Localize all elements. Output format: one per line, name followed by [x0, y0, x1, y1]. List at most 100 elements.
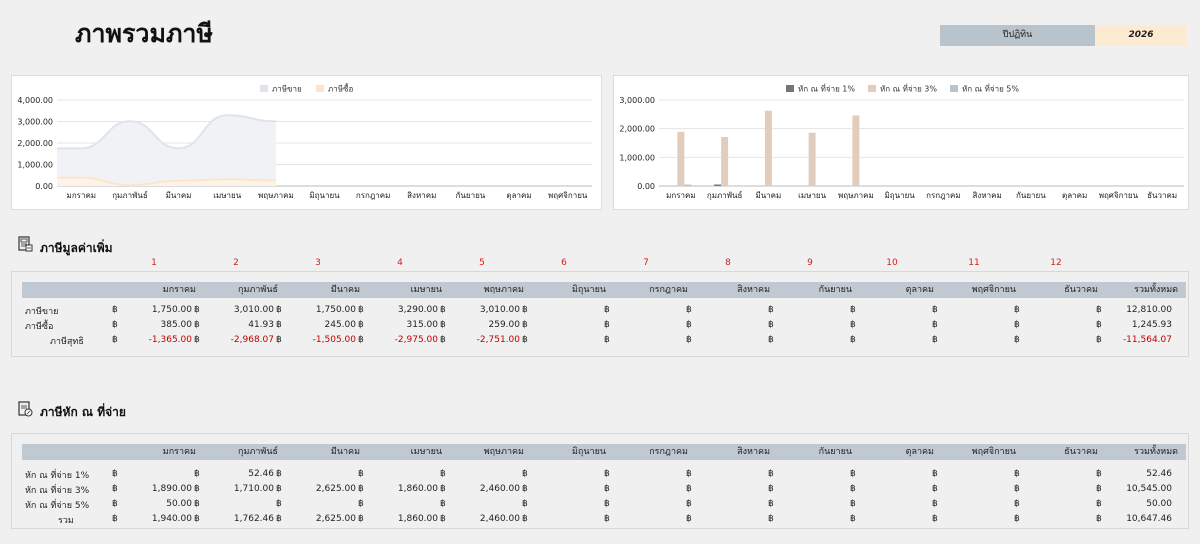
- value-cell[interactable]: ฿: [768, 303, 850, 317]
- value-cell[interactable]: ฿ 41.93: [194, 318, 276, 332]
- value-cell[interactable]: ฿: [686, 482, 768, 496]
- value-cell[interactable]: ฿ 2,460.00: [440, 512, 522, 526]
- value-cell[interactable]: ฿ 2,625.00: [276, 512, 358, 526]
- value-cell[interactable]: ฿: [686, 512, 768, 526]
- value-cell[interactable]: ฿: [522, 318, 604, 332]
- value-cell[interactable]: ฿ 245.00: [276, 318, 358, 332]
- value-cell[interactable]: ฿: [1014, 303, 1096, 317]
- total-cell[interactable]: ฿ 10,545.00: [1096, 482, 1174, 496]
- total-cell[interactable]: ฿ 50.00: [1096, 497, 1174, 511]
- value-cell[interactable]: ฿ 1,860.00: [358, 512, 440, 526]
- value-cell[interactable]: ฿: [932, 482, 1014, 496]
- value-cell[interactable]: ฿: [522, 467, 604, 481]
- total-cell[interactable]: ฿ 1,245.93: [1096, 318, 1174, 332]
- value-cell[interactable]: ฿ 1,890.00: [112, 482, 194, 496]
- value-cell[interactable]: ฿: [850, 497, 932, 511]
- value-cell[interactable]: ฿: [850, 467, 932, 481]
- value-cell[interactable]: ฿: [604, 482, 686, 496]
- value-cell[interactable]: ฿: [604, 512, 686, 526]
- value-cell[interactable]: ฿: [686, 333, 768, 347]
- value-cell[interactable]: ฿: [686, 497, 768, 511]
- value-cell[interactable]: ฿: [932, 303, 1014, 317]
- value-cell[interactable]: ฿: [768, 482, 850, 496]
- value-cell[interactable]: ฿: [932, 467, 1014, 481]
- value-cell[interactable]: ฿: [686, 303, 768, 317]
- total-cell[interactable]: ฿ -11,564.07: [1096, 333, 1174, 347]
- value-cell[interactable]: ฿: [522, 333, 604, 347]
- value-cell[interactable]: ฿ -2,975.00: [358, 333, 440, 347]
- value-cell[interactable]: ฿: [768, 333, 850, 347]
- value-cell[interactable]: ฿: [1014, 482, 1096, 496]
- value-cell[interactable]: ฿ 259.00: [440, 318, 522, 332]
- value-cell[interactable]: ฿: [440, 497, 522, 511]
- value-cell[interactable]: ฿: [686, 467, 768, 481]
- value-cell[interactable]: ฿: [522, 512, 604, 526]
- value-cell[interactable]: ฿: [1014, 318, 1096, 332]
- value-cell[interactable]: ฿: [358, 467, 440, 481]
- value-cell[interactable]: ฿ 1,860.00: [358, 482, 440, 496]
- baht-symbol: ฿: [604, 335, 610, 345]
- value-cell[interactable]: ฿ 385.00: [112, 318, 194, 332]
- value-cell[interactable]: ฿: [850, 303, 932, 317]
- value-cell[interactable]: ฿ 2,460.00: [440, 482, 522, 496]
- value-cell[interactable]: ฿: [276, 497, 358, 511]
- value-cell[interactable]: ฿ 3,010.00: [440, 303, 522, 317]
- value-cell[interactable]: ฿ -1,365.00: [112, 333, 194, 347]
- value-cell[interactable]: ฿: [440, 467, 522, 481]
- month-number: 7: [643, 258, 649, 268]
- value-cell[interactable]: ฿: [686, 318, 768, 332]
- value-cell[interactable]: ฿: [1014, 512, 1096, 526]
- value-cell[interactable]: ฿: [522, 303, 604, 317]
- value-cell[interactable]: ฿: [604, 303, 686, 317]
- value-cell[interactable]: ฿: [850, 333, 932, 347]
- value-cell[interactable]: ฿: [1014, 333, 1096, 347]
- value-cell[interactable]: ฿: [276, 467, 358, 481]
- total-cell[interactable]: ฿ 10,647.46: [1096, 512, 1174, 526]
- fiscal-year-value[interactable]: 2026: [1095, 25, 1187, 46]
- y-tick-label: 0.00: [35, 182, 53, 191]
- value-cell[interactable]: ฿: [932, 497, 1014, 511]
- value-cell[interactable]: ฿: [932, 333, 1014, 347]
- value-cell[interactable]: ฿: [932, 512, 1014, 526]
- value-cell[interactable]: ฿ -1,505.00: [276, 333, 358, 347]
- value-cell[interactable]: ฿ 1,750.00: [276, 303, 358, 317]
- value-cell[interactable]: ฿: [768, 467, 850, 481]
- amount: -2,968.07: [230, 335, 274, 345]
- value-cell[interactable]: ฿ 2,625.00: [276, 482, 358, 496]
- value-cell[interactable]: ฿ 50.00: [112, 497, 194, 511]
- value-cell[interactable]: ฿ 52.46: [194, 467, 276, 481]
- value-cell[interactable]: ฿ 315.00: [358, 318, 440, 332]
- value-cell[interactable]: ฿ 3,290.00: [358, 303, 440, 317]
- value-cell[interactable]: ฿: [850, 482, 932, 496]
- value-cell[interactable]: ฿: [768, 318, 850, 332]
- value-cell[interactable]: ฿: [522, 497, 604, 511]
- value-cell[interactable]: ฿: [522, 482, 604, 496]
- value-cell[interactable]: ฿ 1,940.00: [112, 512, 194, 526]
- x-tick-label: ธันวาคม: [1147, 191, 1177, 200]
- value-cell[interactable]: ฿ 3,010.00: [194, 303, 276, 317]
- total-cell[interactable]: ฿ 12,810.00: [1096, 303, 1174, 317]
- baht-symbol: ฿: [686, 514, 692, 524]
- value-cell[interactable]: ฿: [768, 497, 850, 511]
- value-cell[interactable]: ฿: [768, 512, 850, 526]
- value-cell[interactable]: ฿ 1,762.46: [194, 512, 276, 526]
- value-cell[interactable]: ฿ -2,968.07: [194, 333, 276, 347]
- total-cell[interactable]: ฿ 52.46: [1096, 467, 1174, 481]
- value-cell[interactable]: ฿: [850, 512, 932, 526]
- value-cell[interactable]: ฿: [604, 318, 686, 332]
- value-cell[interactable]: ฿: [604, 467, 686, 481]
- value-cell[interactable]: ฿ 1,750.00: [112, 303, 194, 317]
- value-cell[interactable]: ฿: [1014, 497, 1096, 511]
- value-cell[interactable]: ฿: [932, 318, 1014, 332]
- value-cell[interactable]: ฿: [604, 333, 686, 347]
- value-cell[interactable]: ฿ -2,751.00: [440, 333, 522, 347]
- value-cell[interactable]: ฿: [194, 497, 276, 511]
- value-cell[interactable]: ฿: [358, 497, 440, 511]
- value-cell[interactable]: ฿: [604, 497, 686, 511]
- bar-2: [764, 110, 772, 186]
- value-cell[interactable]: ฿ 1,710.00: [194, 482, 276, 496]
- value-cell[interactable]: ฿: [112, 467, 194, 481]
- value-cell[interactable]: ฿: [850, 318, 932, 332]
- value-cell[interactable]: ฿: [1014, 467, 1096, 481]
- baht-symbol: ฿: [112, 484, 118, 494]
